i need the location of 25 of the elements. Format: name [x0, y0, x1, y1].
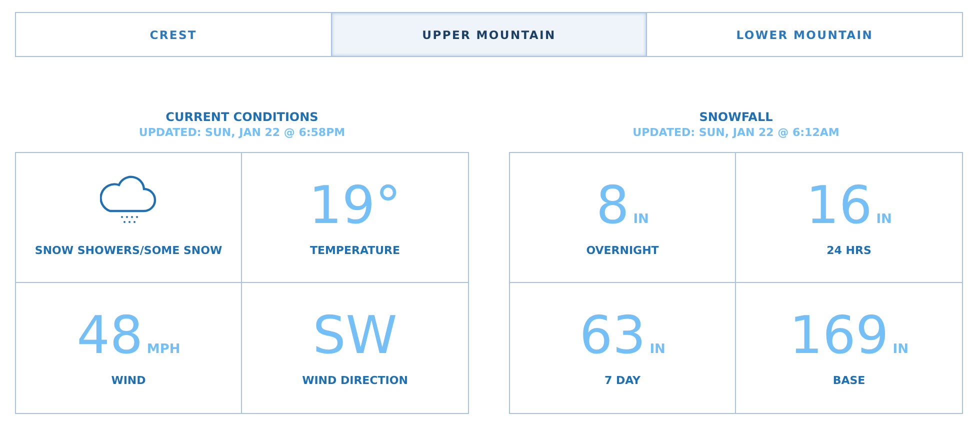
reading-value: 169: [790, 305, 889, 367]
reading-value: 8: [596, 175, 630, 237]
updated-time: UPDATED: SUN, JAN 22 @ 6:58PM: [138, 125, 346, 141]
reading-label: WIND DIRECTION: [302, 374, 408, 387]
section-title: SNOWFALL: [699, 109, 773, 125]
reading-label: BASE: [832, 374, 866, 387]
reading-value: 16: [806, 175, 872, 237]
unit-label: IN: [892, 342, 908, 357]
reading-value: 63: [580, 305, 646, 367]
location-tab[interactable]: UPPER MOUNTAIN: [330, 13, 646, 56]
section-title: CURRENT CONDITIONS: [166, 109, 318, 125]
unit-label: IN: [650, 342, 666, 357]
unit-label: IN: [876, 212, 892, 227]
updated-time: UPDATED: SUN, JAN 22 @ 6:12AM: [632, 125, 840, 141]
reading-value: 48: [76, 305, 143, 367]
reading-label: 7 DAY: [604, 374, 641, 387]
reading-label: WIND: [111, 374, 146, 387]
weather-label: SNOW SHOWERS/SOME SNOW: [34, 244, 222, 257]
unit-label: MPH: [146, 342, 180, 357]
reading-value: SW: [312, 305, 398, 367]
reading-label: OVERNIGHT: [586, 244, 659, 257]
reading-value: 19°: [308, 175, 402, 237]
unit-label: IN: [633, 212, 649, 227]
reading-label: TEMPERATURE: [310, 244, 400, 257]
reading-label: 24 HRS: [826, 244, 872, 257]
